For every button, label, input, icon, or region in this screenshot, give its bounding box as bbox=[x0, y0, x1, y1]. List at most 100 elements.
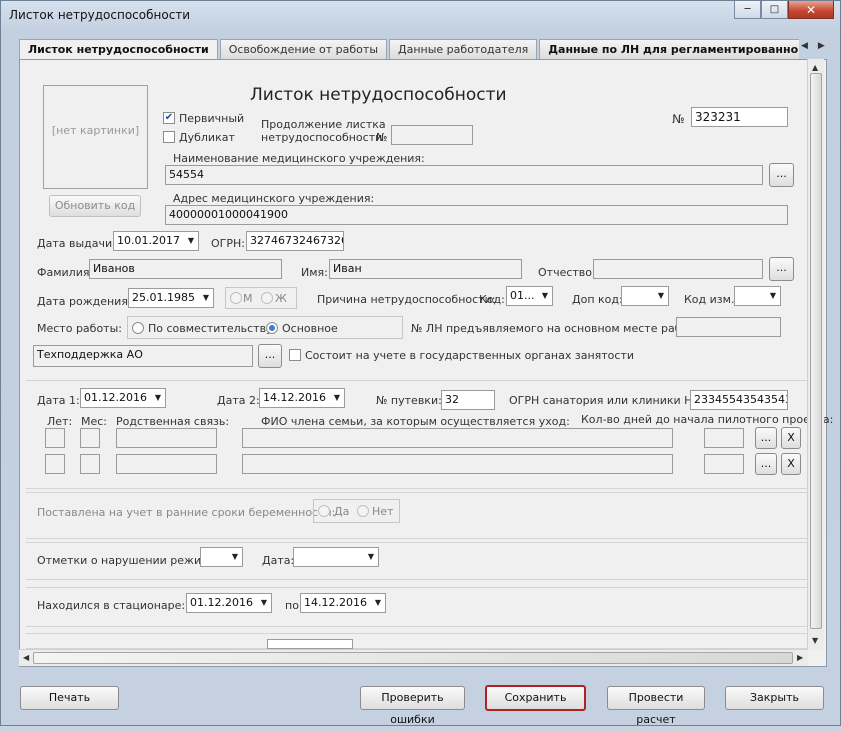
tab-sick-leave[interactable]: Листок нетрудоспособности bbox=[19, 39, 218, 59]
minimize-icon[interactable]: ─ bbox=[734, 1, 761, 19]
work-place-label: Место работы: bbox=[37, 322, 122, 335]
family-fio-field-2[interactable] bbox=[242, 454, 673, 474]
vertical-scroll-thumb[interactable] bbox=[810, 73, 822, 629]
scroll-right-icon[interactable]: ▶ bbox=[797, 653, 803, 662]
family-remove-button-2[interactable]: X bbox=[781, 453, 801, 475]
vertical-scrollbar[interactable]: ▲ ▼ bbox=[807, 59, 824, 651]
middle-name-field[interactable] bbox=[593, 259, 763, 279]
last-name-label: Фамилия: bbox=[37, 266, 94, 279]
chevron-down-icon: ▼ bbox=[374, 598, 381, 607]
work-main-radio[interactable] bbox=[266, 322, 278, 334]
continuation-label-1: Продолжение листка bbox=[261, 118, 386, 131]
main-ln-label: № ЛН предъявляемого на основном месте ра… bbox=[411, 322, 707, 335]
primary-checkbox[interactable]: ✔ bbox=[163, 112, 175, 124]
hospital-from-picker[interactable]: 01.12.2016 ▼ bbox=[186, 593, 272, 613]
sex-f-radio[interactable] bbox=[261, 292, 273, 304]
check-errors-button[interactable]: Проверить ошибки bbox=[360, 686, 465, 726]
chevron-down-icon: ▼ bbox=[231, 552, 238, 561]
change-code-select[interactable]: ▼ bbox=[734, 286, 781, 306]
date1-picker[interactable]: 01.12.2016 ▼ bbox=[80, 388, 166, 408]
date1-value: 01.12.2016 bbox=[84, 391, 147, 404]
continuation-number-field[interactable] bbox=[391, 125, 473, 145]
issue-date-picker[interactable]: 10.01.2017 ▼ bbox=[113, 231, 199, 251]
scroll-down-icon[interactable]: ▼ bbox=[812, 636, 818, 645]
calculate-button[interactable]: Провести расчет bbox=[607, 686, 705, 726]
hospital-to-picker[interactable]: 14.12.2016 ▼ bbox=[300, 593, 386, 613]
tab-right-icon[interactable]: ▶ bbox=[818, 41, 825, 51]
extra-code-select[interactable]: ▼ bbox=[621, 286, 669, 306]
months-field-1[interactable] bbox=[80, 428, 100, 448]
partial-field[interactable] bbox=[267, 639, 353, 649]
tab-work-release[interactable]: Освобождение от работы bbox=[219, 39, 388, 59]
pilot-days-field-1[interactable] bbox=[704, 428, 744, 448]
date1-label: Дата 1: bbox=[37, 394, 80, 407]
hospital-to-label: по bbox=[285, 599, 299, 612]
sanatorium-field[interactable]: 233455435435435 bbox=[690, 390, 788, 410]
months-field-2[interactable] bbox=[80, 454, 100, 474]
continuation-label-2: нетрудоспособности bbox=[261, 131, 383, 144]
chevron-down-icon: ▼ bbox=[260, 598, 267, 607]
number-label: № bbox=[672, 112, 685, 126]
med-name-field[interactable]: 54554 bbox=[165, 165, 763, 185]
family-select-button-2[interactable]: ... bbox=[755, 453, 777, 475]
family-remove-button-1[interactable]: X bbox=[781, 427, 801, 449]
family-fio-label: ФИО члена семьи, за которым осуществляет… bbox=[261, 415, 570, 428]
violation-date-picker[interactable]: ▼ bbox=[293, 547, 379, 567]
chevron-down-icon: ▼ bbox=[657, 291, 664, 300]
scroll-left-icon[interactable]: ◀ bbox=[23, 653, 29, 662]
duplicate-checkbox[interactable] bbox=[163, 131, 175, 143]
print-button[interactable]: Печать bbox=[20, 686, 119, 710]
tab-scroll-arrows: ◀ ▶ bbox=[801, 41, 835, 51]
tab-regulated-reporting[interactable]: Данные по ЛН для регламентированной отче… bbox=[539, 39, 799, 59]
chevron-down-icon: ▼ bbox=[154, 393, 161, 402]
violation-select[interactable]: ▼ bbox=[200, 547, 243, 567]
med-addr-label: Адрес медицинского учреждения: bbox=[173, 192, 375, 205]
pilot-days-field-2[interactable] bbox=[704, 454, 744, 474]
hospital-from-value: 01.12.2016 bbox=[190, 596, 253, 609]
main-ln-field[interactable] bbox=[676, 317, 781, 337]
family-select-button-1[interactable]: ... bbox=[755, 427, 777, 449]
pilot-days-label: Кол-во дней до начала пилотного проекта: bbox=[581, 413, 834, 426]
chevron-down-icon: ▼ bbox=[202, 293, 209, 302]
employer-select-button[interactable]: ... bbox=[258, 344, 282, 368]
number-field[interactable]: 323231 bbox=[691, 107, 788, 127]
last-name-field[interactable]: Иванов bbox=[89, 259, 282, 279]
reason-code-select[interactable]: 01... ▼ bbox=[506, 286, 553, 306]
ogrn-label: ОГРН: bbox=[211, 237, 245, 250]
horizontal-scroll-thumb[interactable] bbox=[33, 652, 793, 664]
pregnancy-no-radio[interactable] bbox=[357, 505, 369, 517]
registered-checkbox[interactable] bbox=[289, 349, 301, 361]
close-button[interactable]: Закрыть bbox=[725, 686, 824, 710]
work-part-radio[interactable] bbox=[132, 322, 144, 334]
violation-date-label: Дата: bbox=[262, 554, 295, 567]
sex-m-radio[interactable] bbox=[230, 292, 242, 304]
family-fio-field-1[interactable] bbox=[242, 428, 673, 448]
date2-label: Дата 2: bbox=[217, 394, 260, 407]
tab-employer-data[interactable]: Данные работодателя bbox=[389, 39, 538, 59]
reason-code-value: 01... bbox=[510, 289, 535, 302]
scroll-up-icon[interactable]: ▲ bbox=[812, 63, 818, 72]
horizontal-scrollbar[interactable]: ◀ ▶ bbox=[19, 649, 808, 666]
ogrn-field[interactable]: 327467324673264 bbox=[246, 231, 344, 251]
relation-field-1[interactable] bbox=[116, 428, 217, 448]
years-field-2[interactable] bbox=[45, 454, 65, 474]
years-field-1[interactable] bbox=[45, 428, 65, 448]
relation-field-2[interactable] bbox=[116, 454, 217, 474]
tab-left-icon[interactable]: ◀ bbox=[801, 41, 808, 51]
save-button[interactable]: Сохранить bbox=[485, 685, 586, 711]
voucher-field[interactable]: 32 bbox=[441, 390, 495, 410]
person-select-button[interactable]: ... bbox=[769, 257, 794, 281]
chevron-down-icon: ▼ bbox=[187, 236, 194, 245]
birth-date-picker[interactable]: 25.01.1985 ▼ bbox=[128, 288, 214, 308]
date2-picker[interactable]: 14.12.2016 ▼ bbox=[259, 388, 345, 408]
pregnancy-yes-radio[interactable] bbox=[318, 505, 330, 517]
employer-field[interactable]: Техподдержка АО bbox=[33, 345, 253, 367]
first-name-field[interactable]: Иван bbox=[329, 259, 522, 279]
refresh-code-button[interactable]: Обновить код bbox=[49, 195, 141, 217]
med-select-button[interactable]: ... bbox=[769, 163, 794, 187]
med-addr-field[interactable]: 40000001000041900 bbox=[165, 205, 788, 225]
maximize-icon[interactable]: □ bbox=[761, 1, 788, 19]
close-icon[interactable]: ✕ bbox=[788, 1, 834, 19]
hospital-label: Находился в стационаре: с bbox=[37, 599, 195, 612]
main-window: Листок нетрудоспособности ─ □ ✕ Листок н… bbox=[0, 0, 841, 726]
